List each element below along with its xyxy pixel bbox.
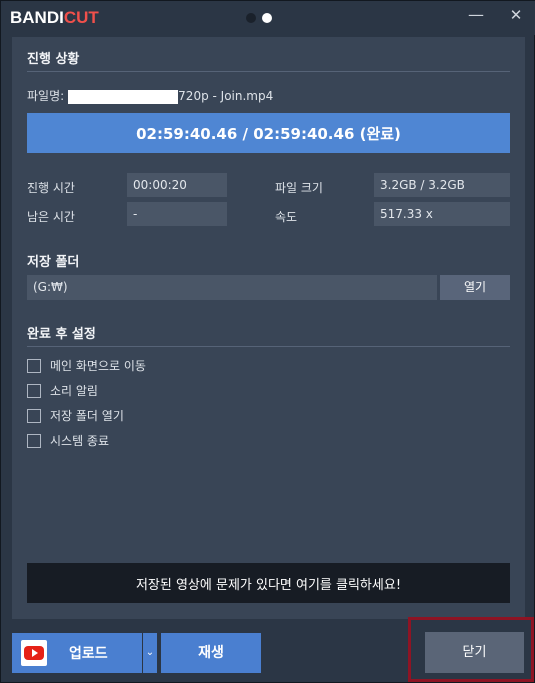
bandicut-window: BANDICUT — ✕ 진행 상황 파일명: 720p - Join.mp4 0… (0, 0, 535, 683)
page-indicator (246, 13, 272, 23)
report-problem-text: 저장된 영상에 문제가 있다면 여기를 클릭하세요! (135, 577, 402, 593)
minimize-button[interactable]: — (466, 5, 486, 25)
progress-section-title: 진행 상황 (27, 52, 80, 67)
checkbox[interactable] (27, 358, 41, 373)
option-open-save-folder[interactable]: 저장 폴더 열기 (27, 407, 124, 424)
checkbox[interactable] (27, 433, 41, 448)
option-label: 소리 알림 (50, 384, 98, 398)
elapsed-time-value: 00:00:20 (127, 173, 227, 197)
file-size-label: 파일 크기 (275, 181, 323, 195)
save-folder-path[interactable]: (G:₩) (27, 275, 437, 300)
option-sound-alert[interactable]: 소리 알림 (27, 382, 98, 399)
upload-dropdown-button[interactable]: ⌄ (143, 633, 157, 673)
option-shutdown[interactable]: 시스템 종료 (27, 432, 109, 449)
option-label: 메인 화면으로 이동 (50, 359, 146, 373)
after-complete-title: 완료 후 설정 (27, 327, 96, 342)
report-problem-banner[interactable]: 저장된 영상에 문제가 있다면 여기를 클릭하세요! (27, 563, 510, 603)
checkbox[interactable] (27, 383, 41, 398)
option-label: 저장 폴더 열기 (50, 409, 124, 423)
speed-value: 517.33 x (374, 202, 510, 226)
elapsed-time-label: 진행 시간 (27, 181, 75, 195)
remaining-time-value: - (127, 202, 227, 226)
upload-label: 업로드 (69, 646, 108, 662)
filename-suffix: 720p - Join.mp4 (178, 89, 274, 103)
checkbox[interactable] (27, 408, 41, 423)
save-folder-title: 저장 폴더 (27, 255, 80, 270)
open-folder-button[interactable]: 열기 (440, 275, 510, 300)
progress-bar: 02:59:40.46 / 02:59:40.46 (완료) (27, 113, 510, 153)
option-go-main-screen[interactable]: 메인 화면으로 이동 (27, 357, 146, 374)
speed-label: 속도 (275, 210, 298, 224)
filename-label: 파일명: (27, 89, 65, 103)
section-divider (27, 346, 510, 347)
progress-text: 02:59:40.46 / 02:59:40.46 (완료) (136, 124, 401, 143)
title-bar: BANDICUT — ✕ (1, 1, 535, 35)
youtube-icon (21, 640, 47, 666)
close-button[interactable]: 닫기 (425, 632, 524, 673)
play-button[interactable]: 재생 (161, 633, 261, 673)
section-divider (27, 71, 510, 72)
file-size-value: 3.2GB / 3.2GB (374, 173, 510, 197)
logo-text-bandi: BANDI (10, 8, 64, 27)
youtube-upload-button[interactable]: 업로드 (12, 633, 142, 673)
window-close-button[interactable]: ✕ (506, 5, 526, 25)
page-dot-2-active[interactable] (262, 13, 272, 23)
logo-text-cut: CUT (63, 8, 99, 27)
redacted-filename (68, 89, 179, 104)
filename-row: 파일명: 720p - Join.mp4 (27, 87, 273, 104)
remaining-time-label: 남은 시간 (27, 210, 75, 224)
bandicut-logo: BANDICUT (10, 8, 99, 28)
page-dot-1[interactable] (246, 13, 256, 23)
option-label: 시스템 종료 (50, 434, 110, 448)
